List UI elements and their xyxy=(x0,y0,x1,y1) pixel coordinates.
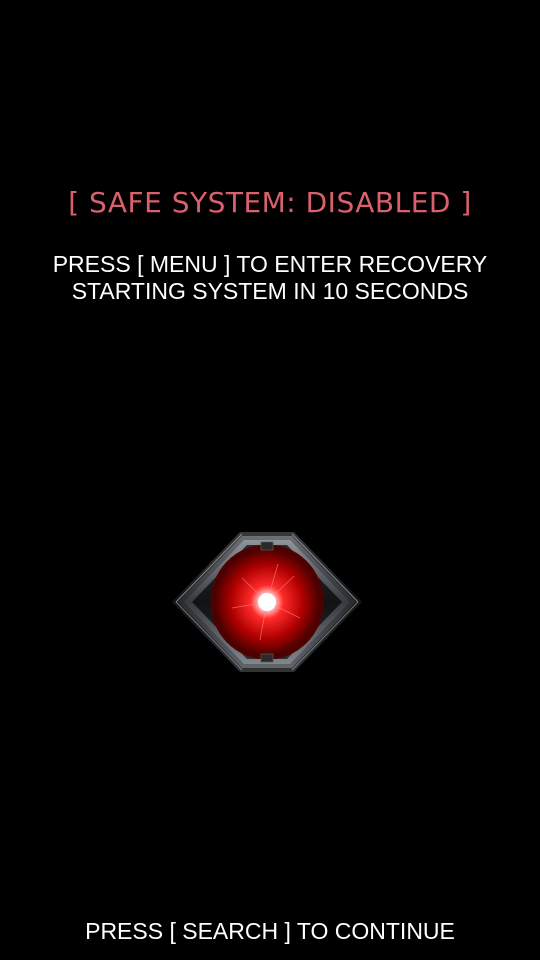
countdown-message: STARTING SYSTEM IN 10 SECONDS xyxy=(71,278,469,304)
droid-eye-icon xyxy=(172,532,362,672)
continue-instruction: PRESS [ SEARCH ] TO CONTINUE xyxy=(85,918,455,944)
safe-system-status: [ SAFE SYSTEM: DISABLED ] xyxy=(68,186,472,219)
boot-instructions: PRESS [ MENU ] TO ENTER RECOVERY STARTIN… xyxy=(0,251,540,305)
recovery-instruction: PRESS [ MENU ] TO ENTER RECOVERY xyxy=(52,251,488,277)
